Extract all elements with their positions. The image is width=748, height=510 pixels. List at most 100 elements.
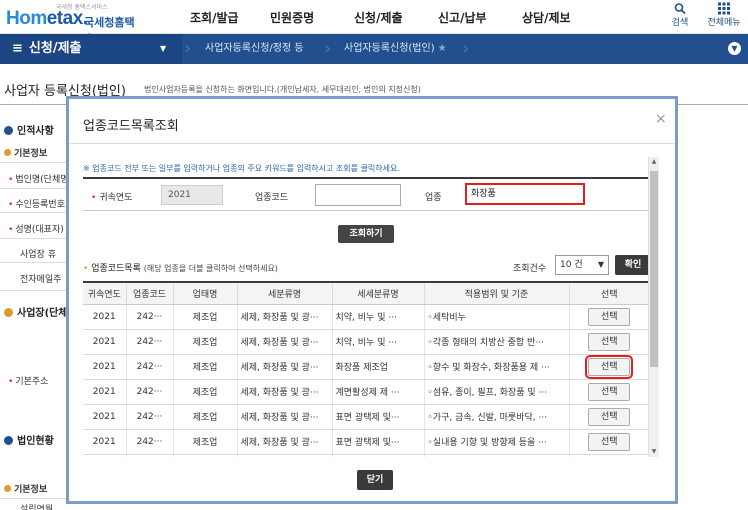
cell-select: 선택 <box>569 404 649 430</box>
top-header: 국세청 홈택스서비스 Hometax. 국세청홈택스 조회/발급 민원증명 신청… <box>0 0 748 45</box>
search-form: • 귀속연도 2021 업종코드 업종 화장품 <box>83 177 649 211</box>
list-title: • 업종코드목록 (해당 업종을 더블 클릭하여 선택하세요) <box>83 264 278 274</box>
select-button-highlighted[interactable]: 선택 <box>585 354 634 378</box>
table-row[interactable]: 2021 242··· 제조업 세제, 화장품 및 광··· 표면 광택제 및·… <box>83 404 649 430</box>
select-button[interactable]: 선택 <box>588 407 631 426</box>
divider <box>0 290 66 291</box>
confirm-button[interactable]: 확인 <box>615 255 651 275</box>
cell-scope: ◦가구, 금속, 신발, 마룻바닥, ··· <box>424 404 570 430</box>
triangle-down-icon: ▼ <box>160 44 167 53</box>
table-row[interactable]: 2021 242··· 제조업 세제, 화장품 및 광··· 표면 광택제 및·… <box>83 429 649 455</box>
cell-year: 2021 <box>83 329 127 355</box>
page-description: 법인사업자등록을 신청하는 화면입니다.(개인납세자, 세무대리인, 법인의 지… <box>144 85 421 94</box>
cell-subclass <box>237 454 333 457</box>
main-nav: 조회/발급 민원증명 신청/제출 신고/납부 상담/제보 <box>190 9 602 26</box>
divider <box>0 238 66 239</box>
count-select[interactable]: 10 건 ▼ <box>555 255 609 275</box>
close-button[interactable]: 닫기 <box>357 470 393 490</box>
cell-subclass: 세제, 화장품 및 광··· <box>237 304 333 330</box>
cell-business-type: 제조업 <box>173 354 238 380</box>
cell-select: 선택 <box>569 454 649 457</box>
modal-divider <box>69 143 675 144</box>
cell-code <box>126 454 174 457</box>
cell-detail-class: 치약, 비누 및 ··· <box>332 304 425 330</box>
label-email: 전자메일주 <box>20 275 62 285</box>
cell-detail-class: 표면 광택제 및··· <box>332 404 425 430</box>
cell-code: 242··· <box>126 429 174 455</box>
table-row[interactable]: 2021 242··· 제조업 세제, 화장품 및 광··· 화장품 제조업 ◦… <box>83 354 649 380</box>
nav-item-certificate[interactable]: 민원증명 <box>270 9 354 26</box>
table-row[interactable]: 2021 242··· 제조업 세제, 화장품 및 광··· 계면활성제 제 ·… <box>83 379 649 405</box>
divider <box>0 162 66 163</box>
select-button[interactable]: 선택 <box>588 382 631 401</box>
cell-code: 242··· <box>126 354 174 380</box>
select-button[interactable]: 선택 <box>588 307 631 326</box>
code-input[interactable] <box>315 184 401 206</box>
table-row[interactable]: 2021 242··· 제조업 세제, 화장품 및 광··· 치약, 비누 및 … <box>83 329 649 355</box>
bullet-icon <box>4 126 13 135</box>
nav-item-application[interactable]: 신청/제출 <box>354 9 438 26</box>
col-code: 업종코드 <box>126 281 174 305</box>
label-corp-name: • 법인명(단체명) <box>8 175 73 185</box>
nav-item-consult[interactable]: 상담/제보 <box>522 9 602 26</box>
col-scope: 적용범위 및 기준 <box>424 281 570 305</box>
table-header-row: 귀속연도 업종코드 업태명 세분류명 세세분류명 적용범위 및 기준 선택 <box>83 281 649 305</box>
subsection-basic-info: 기본정보 <box>4 146 47 159</box>
scrollbar-thumb[interactable] <box>650 171 658 367</box>
table-row[interactable]: 2021 242··· 제조업 세제, 화장품 및 광··· 치약, 비누 및 … <box>83 304 649 330</box>
breadcrumb-item-2[interactable]: 사업자등록신청(법인) ★ <box>344 34 447 64</box>
cell-code: 242··· <box>126 379 174 405</box>
nav-item-lookup[interactable]: 조회/발급 <box>190 9 270 26</box>
select-button[interactable]: 선택 <box>588 432 631 451</box>
col-detail-class: 세세분류명 <box>332 281 425 305</box>
year-field[interactable]: 2021 <box>161 185 223 205</box>
all-menu-label: 전체메뉴 <box>707 18 741 28</box>
all-menu-button[interactable]: 전체메뉴 <box>702 2 746 28</box>
search-button[interactable]: 조회하기 <box>338 225 394 243</box>
cell-subclass: 세제, 화장품 및 광··· <box>237 404 333 430</box>
cell-select: 선택 <box>569 429 649 455</box>
cell-scope <box>424 454 570 457</box>
vertical-scrollbar[interactable]: ▲ ▼ <box>648 157 659 457</box>
section-business: 사업장(단체) <box>4 304 72 319</box>
breadcrumb-item-1[interactable]: 사업자등록신청/정정 등 <box>205 34 304 64</box>
scroll-down-icon[interactable]: ▼ <box>649 447 659 457</box>
cell-detail-class: 치약, 비누 및 ··· <box>332 329 425 355</box>
location-menu[interactable]: ≡ 신청/제출 ▼ <box>0 34 182 64</box>
chevron-down-circle-icon[interactable]: ▼ <box>728 42 741 55</box>
cell-scope: ◦세탁비누 <box>424 304 570 330</box>
cell-year: 2021 <box>83 354 127 380</box>
location-menu-label: 신청/제출 <box>28 41 82 56</box>
label-established: 설립연월 <box>20 505 54 510</box>
industry-code-modal: 업종코드목록조회 × ※ 업종코드 전부 또는 일부를 입력하거나 업종의 주요… <box>66 96 678 504</box>
cell-scope: ◦섬유, 종이, 필프, 화장품 및 ··· <box>424 379 570 405</box>
business-label: 업종 <box>425 193 442 203</box>
cell-subclass: 세제, 화장품 및 광··· <box>237 329 333 355</box>
business-input[interactable]: 화장품 <box>465 183 585 205</box>
hometax-logo[interactable]: 국세청 홈택스서비스 Hometax. 국세청홈택스 <box>4 2 144 45</box>
select-button[interactable]: 선택 <box>588 332 631 351</box>
table-row[interactable]: 선택 <box>83 454 649 457</box>
col-select: 선택 <box>569 281 649 305</box>
close-icon[interactable]: × <box>655 111 667 127</box>
chevron-down-icon: ▼ <box>597 260 604 269</box>
cell-scope: ◦각종 형태의 치방산 중합 반··· <box>424 329 570 355</box>
search-icon <box>674 3 686 15</box>
divider <box>0 498 66 499</box>
cell-business-type: 제조업 <box>173 379 238 405</box>
label-reg-number: • 수인등록번호 <box>8 200 65 210</box>
nav-item-report[interactable]: 신고/납부 <box>438 9 522 26</box>
label-business-phone: 사업장 휴 <box>20 250 56 260</box>
industry-code-table: 귀속연도 업종코드 업태명 세분류명 세세분류명 적용범위 및 기준 선택 20… <box>83 281 649 457</box>
col-business-type: 업태명 <box>173 281 238 305</box>
bullet-icon <box>4 308 13 317</box>
search-button[interactable]: 검색 <box>668 2 692 28</box>
cell-year: 2021 <box>83 404 127 430</box>
cell-scope: ◦실내용 기향 및 방향제 등을 ··· <box>424 429 570 455</box>
modal-scroll-area: ※ 업종코드 전부 또는 일부를 입력하거나 업종의 주요 키워드를 입력하시고… <box>81 157 663 457</box>
cell-year: 2021 <box>83 304 127 330</box>
scroll-up-icon[interactable]: ▲ <box>649 157 659 167</box>
divider <box>0 262 66 263</box>
divider <box>0 188 66 189</box>
star-icon[interactable]: ★ <box>438 43 447 54</box>
